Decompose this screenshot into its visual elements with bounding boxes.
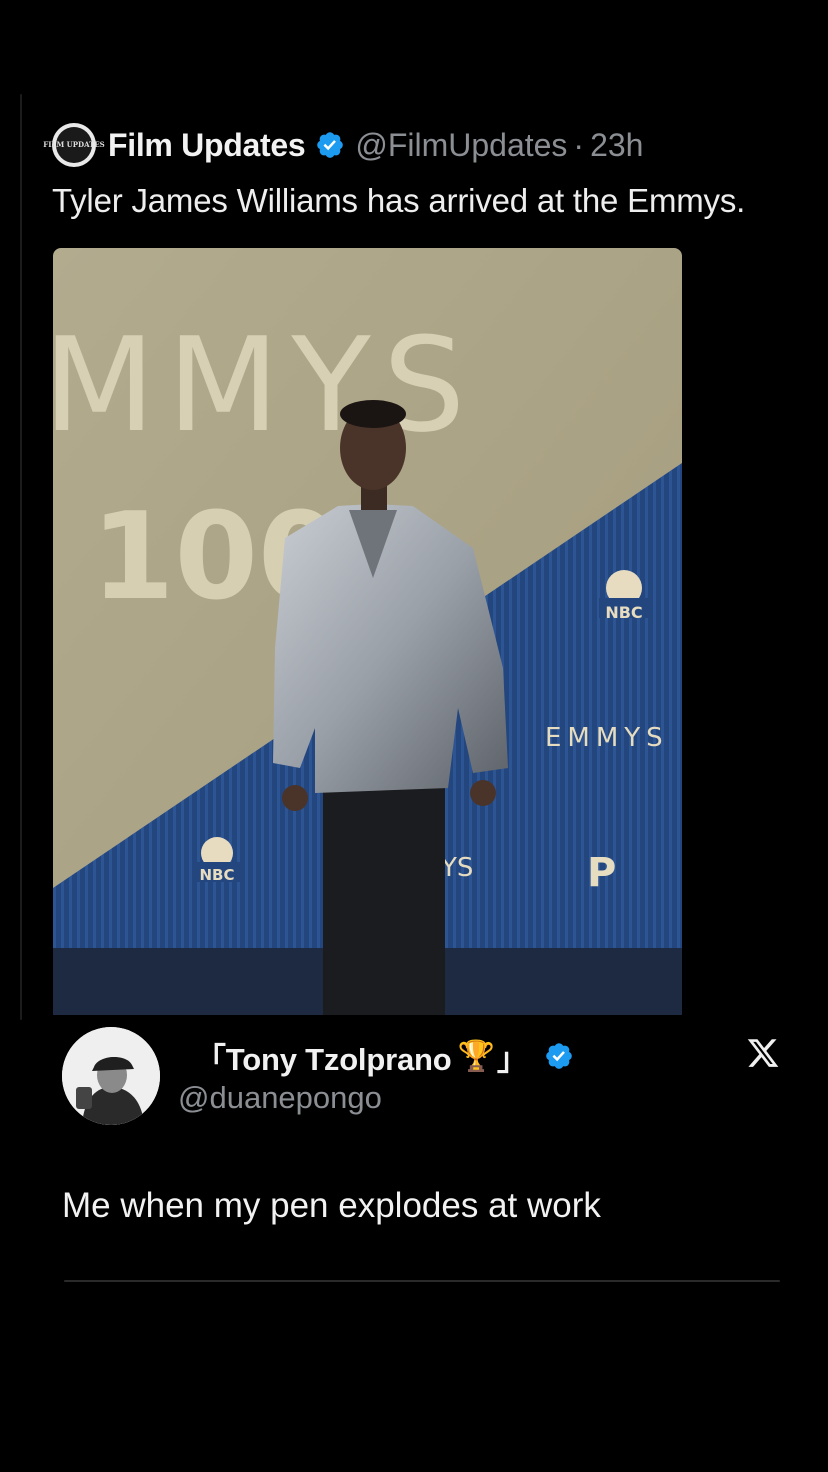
post-timestamp[interactable]: 23h — [590, 127, 643, 164]
red-carpet-photo: MMYS 100 NBC NBC EMMYS YS P — [53, 248, 682, 1015]
reply-author-name[interactable]: 「Tony Tzolprano — [195, 1034, 452, 1079]
quoted-post[interactable]: FILM UPDATES Film Updates @FilmUpdates ·… — [0, 0, 828, 1020]
author-avatar[interactable]: FILM UPDATES — [43, 123, 105, 167]
quoted-post-header: FILM UPDATES Film Updates @FilmUpdates ·… — [43, 122, 643, 168]
post-text: Tyler James Williams has arrived at the … — [52, 182, 746, 219]
post-media-image[interactable]: MMYS 100 NBC NBC EMMYS YS P — [53, 248, 682, 1015]
wall-emmys-text: EMMYS — [545, 723, 669, 753]
profile-photo — [62, 1027, 160, 1125]
reply-author-handle[interactable]: @duanepongo — [178, 1080, 382, 1116]
nbc-logo-label-2: NBC — [200, 866, 235, 884]
separator-dot: · — [573, 126, 585, 163]
verified-badge-icon — [317, 132, 344, 158]
divider-line — [64, 1280, 780, 1282]
reply-author-name-row: 「Tony Tzolprano 🏆 」 — [195, 1034, 584, 1078]
nbc-logo-label: NBC — [605, 603, 642, 622]
wall-emmys-partial-text: YS — [440, 853, 473, 883]
sponsor-logo-text: P — [587, 850, 616, 896]
author-avatar-text: FILM UPDATES — [43, 127, 105, 163]
verified-badge-icon — [546, 1043, 572, 1069]
author-handle[interactable]: @FilmUpdates — [355, 127, 567, 164]
backdrop-emmys-text: MMYS — [53, 309, 477, 461]
reply-author-avatar[interactable] — [62, 1027, 160, 1125]
reply-text: Me when my pen explodes at work — [62, 1186, 601, 1225]
trophy-emoji-icon: 🏆 — [457, 1039, 495, 1073]
x-logo-icon[interactable] — [746, 1036, 780, 1070]
author-name[interactable]: Film Updates — [108, 127, 306, 164]
name-closing-bracket: 」 — [496, 1041, 528, 1077]
